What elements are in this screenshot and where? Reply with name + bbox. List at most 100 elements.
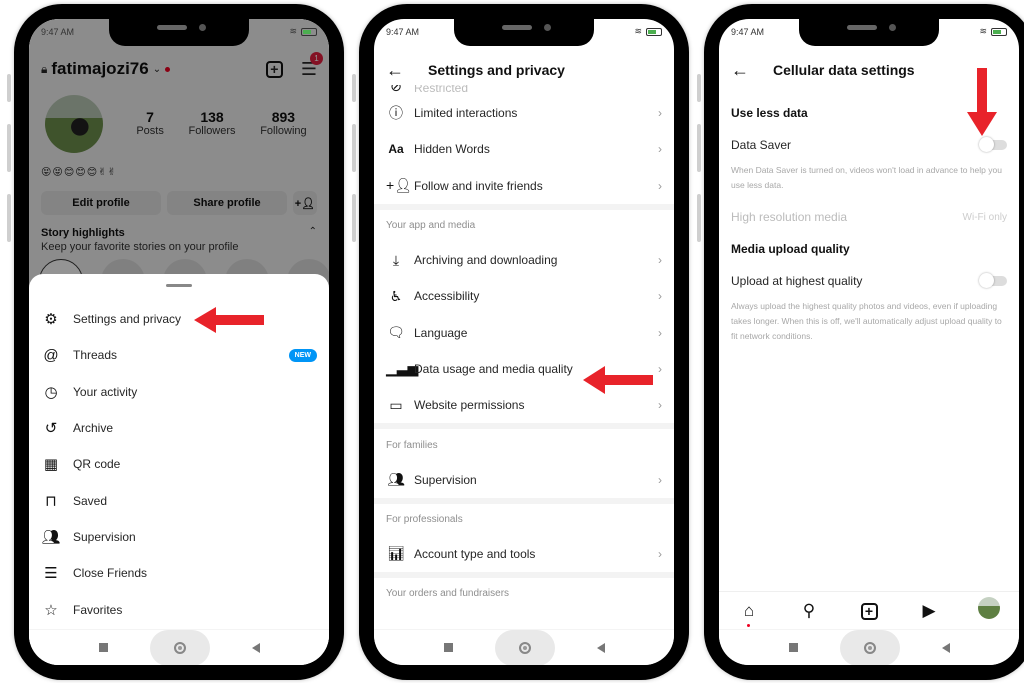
menu-label: Threads [73,348,118,363]
menu-item-settings[interactable]: ⚙︎ Settings and privacy [29,301,329,337]
settings-list: ⊘ Restricted ⓘ Limited interactions › Aa Hid… [374,77,674,610]
notch [454,19,594,46]
notification-dot [747,623,750,627]
side-button [697,194,701,242]
profile-screen: 9:47 AM ≋ 🔒︎ fatimajozi76 ⌄ + ☰ 1 7 Posts … [29,19,329,665]
back-arrow-icon[interactable]: ← [386,60,422,81]
new-badge: NEW [288,348,317,362]
back-button[interactable] [251,642,260,653]
menu-label: Archive [73,421,114,436]
row-label: Follow and invite friends [414,178,543,193]
menu-item-close-friends[interactable]: ☰ Close Friends [29,555,329,591]
menu-item-favorites[interactable]: ☆ Favorites [29,591,329,627]
side-button [352,74,356,102]
add-person-icon: +👤︎ [386,177,412,194]
signal-icon: ▁▃▅ [386,360,419,377]
battery-icon [991,27,1007,36]
data-saver-row: Data Saver [731,127,1007,163]
menu-item-your-activity[interactable]: ◷ Your activity [29,374,329,410]
back-button[interactable] [941,642,950,653]
settings-row-hidden-words[interactable]: Aa Hidden Words › [374,131,674,167]
plus-icon: + [860,602,878,620]
home-button[interactable] [839,629,900,665]
chevron-right-icon: › [658,361,662,376]
threads-icon: @ [43,346,59,364]
wifi-icon: ≋ [634,26,642,36]
chevron-right-icon: › [658,253,662,268]
menu-item-archive[interactable]: ↺ Archive [29,410,329,446]
settings-row-follow-invite[interactable]: +👤︎ Follow and invite friends › [374,168,674,204]
menu-item-qr-code[interactable]: ▦ QR code [29,446,329,482]
notch [109,19,249,46]
limited-interactions-icon: ⓘ [389,105,403,122]
chevron-right-icon: › [658,178,662,193]
high-resolution-row: High resolution media Wi-Fi only [731,199,1007,235]
upload-quality-row: Upload at highest quality [731,263,1007,299]
menu-label: Favorites [73,602,123,617]
wifi-icon: ≋ [289,26,297,36]
activity-icon: ◷ [44,383,58,401]
status-time: 9:47 AM [386,27,420,37]
menu-label: Settings and privacy [73,312,182,327]
supervision-icon: 👥︎ [41,528,61,546]
menu-item-threads[interactable]: @ Threads NEW [29,337,329,373]
settings-row-account-type[interactable]: 📊︎ Account type and tools › [374,536,674,572]
sheet-handle[interactable] [166,284,192,287]
row-label: Supervision [414,472,477,487]
side-button [697,124,701,172]
qr-code-icon: ▦ [43,456,59,474]
data-saver-toggle[interactable] [979,137,1007,152]
recents-button[interactable] [98,643,108,652]
profile-tab[interactable] [976,597,1002,624]
home-button[interactable] [494,629,555,665]
settings-screen: 9:47 AM ≋ ← Settings and privacy ⊘ Restri… [374,19,674,665]
row-label: Archiving and downloading [414,253,558,268]
side-button [697,74,701,102]
devices-icon: ▭ [389,396,403,413]
page-title: Settings and privacy [428,62,565,78]
row-label: Account type and tools [414,546,536,561]
system-nav-bar [374,629,674,665]
settings-row-accessibility[interactable]: ♿︎ Accessibility › [374,278,674,314]
bottom-tab-bar: ⌂ ⚲ + ▶︎ [719,591,1019,629]
recents-button[interactable] [788,643,798,652]
avatar [978,597,1000,619]
wifi-icon: ≋ [979,26,987,36]
create-tab[interactable]: + [856,601,882,621]
settings-row-archiving[interactable]: ⤓ Archiving and downloading › [374,242,674,278]
chevron-right-icon: › [658,325,662,340]
section-label: Your orders and fundraisers [386,588,510,600]
home-tab[interactable]: ⌂ [736,601,762,627]
menu-item-saved[interactable]: ⊓ Saved [29,482,329,518]
red-arrow-left [583,366,653,394]
battery-icon [646,27,662,36]
settings-header: ← Settings and privacy [374,55,674,85]
menu-label: Supervision [73,529,136,544]
settings-row-language[interactable]: 🗨︎ Language › [374,314,674,350]
data-saver-description: When Data Saver is turned on, videos won… [731,165,1002,190]
side-button [352,194,356,242]
chevron-right-icon: › [658,398,662,413]
row-label: Upload at highest quality [731,274,863,288]
high-resolution-value: Wi-Fi only [962,211,1007,223]
menu-label: Your activity [73,384,138,399]
page-title: Cellular data settings [773,62,915,78]
back-button[interactable] [596,642,605,653]
settings-row-limited-interactions[interactable]: ⓘ Limited interactions › [374,95,674,131]
chevron-right-icon: › [658,289,662,304]
recents-button[interactable] [443,643,453,652]
menu-item-supervision[interactable]: 👥︎ Supervision [29,519,329,555]
home-button[interactable] [149,629,210,665]
section-title: Use less data [731,106,808,120]
settings-row-supervision[interactable]: 👥︎ Supervision › [374,461,674,497]
section-label: Your app and media [386,220,476,232]
gear-icon: ⚙︎ [44,311,58,329]
search-tab[interactable]: ⚲ [796,601,822,621]
upload-quality-toggle[interactable] [979,273,1007,288]
bookmark-icon: ⊓ [45,492,57,510]
star-icon: ☆ [44,601,58,619]
reels-icon: ▶︎ [922,600,936,620]
back-arrow-icon[interactable]: ← [731,60,767,81]
search-icon: ⚲ [802,600,816,620]
reels-tab[interactable]: ▶︎ [916,601,942,621]
